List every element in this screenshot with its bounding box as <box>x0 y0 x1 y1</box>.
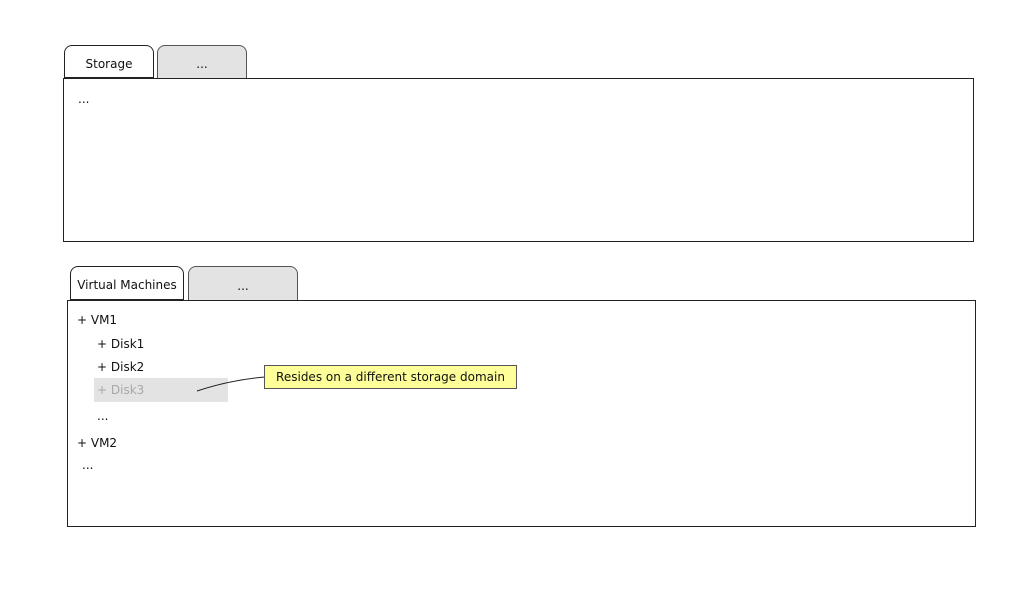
storage-domain-callout: Resides on a different storage domain <box>264 365 517 389</box>
callout-connector-line <box>196 376 266 392</box>
